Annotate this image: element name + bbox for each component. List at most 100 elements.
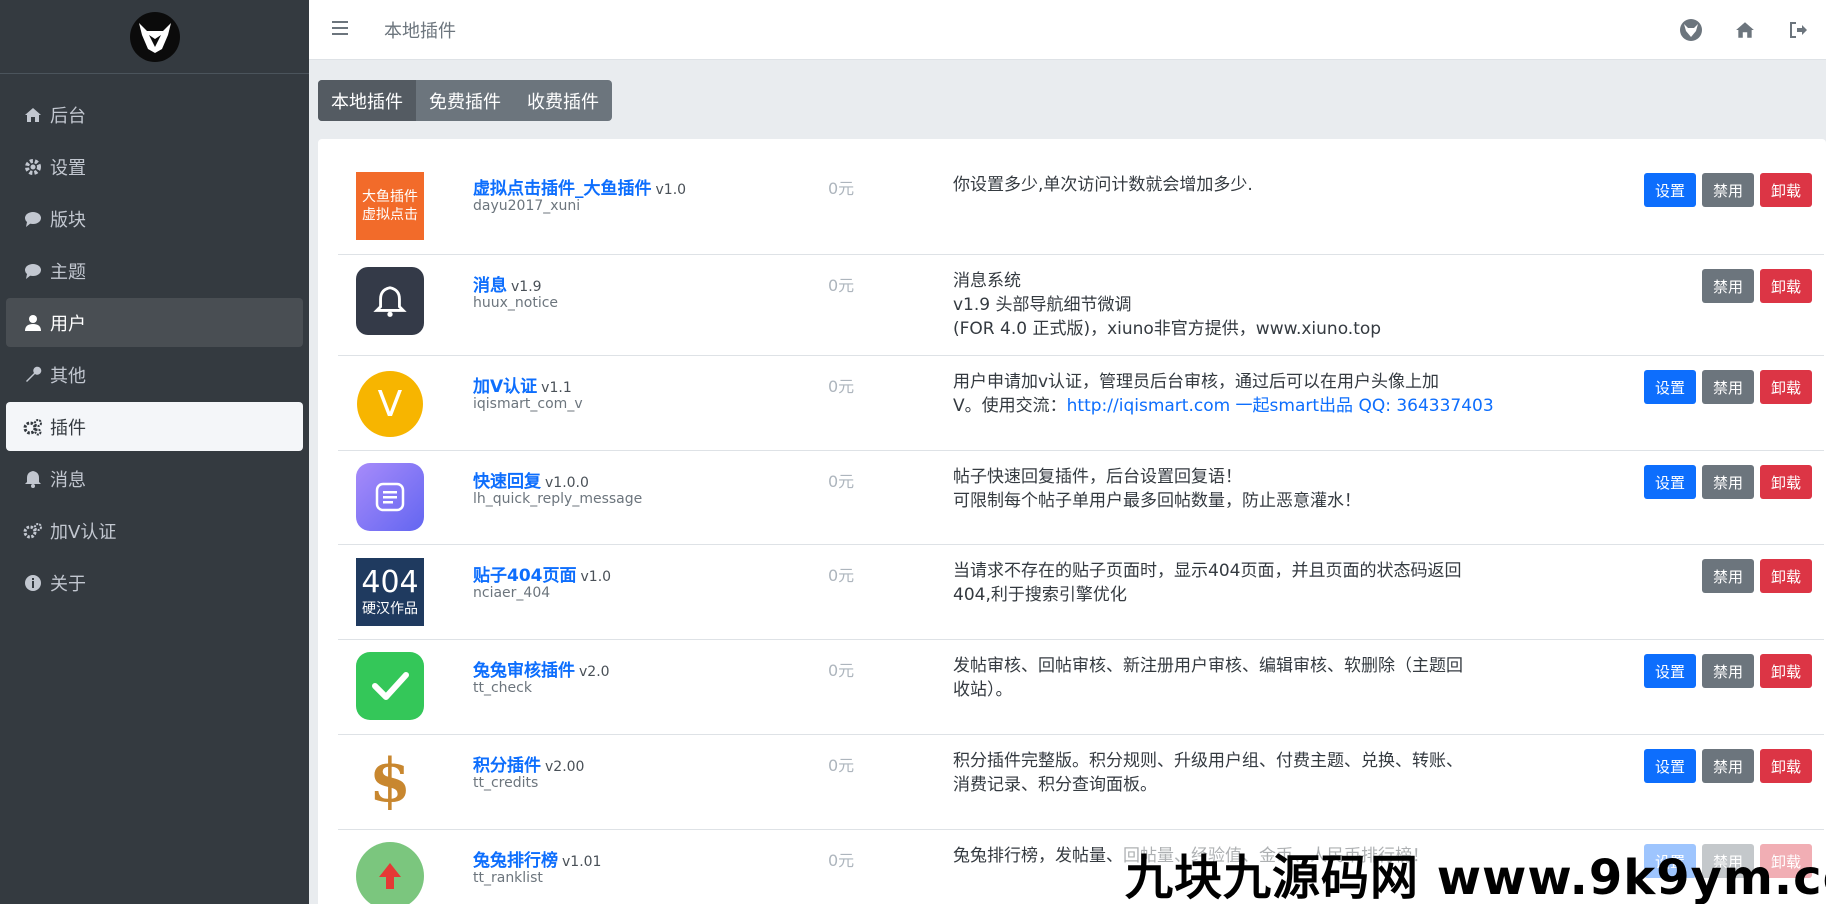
disable-button[interactable]: 禁用 [1701,749,1754,783]
plugin-name-link[interactable]: 贴子404页面 v1.0 [473,561,611,586]
plugin-name-link[interactable]: 快速回复 v1.0.0 [473,467,589,492]
sidebar-item-settings[interactable]: 设置 [6,142,303,191]
description-line: 当请求不存在的贴子页面时，显示404页面，并且页面的状态码返回 [953,561,1462,581]
sidebar-item-label: 用户 [50,313,86,335]
plugin-id: nciaer_404 [473,585,551,601]
sidebar-item-about[interactable]: 关于 [6,558,303,607]
settings-button[interactable]: 设置 [1643,465,1696,499]
user-icon [22,312,44,334]
sidebar-item-vip-verify[interactable]: 加V认证 [6,506,303,555]
description-line: 消息系统 [953,271,1021,291]
settings-button[interactable]: 设置 [1643,370,1696,404]
sidebar-item-label: 主题 [50,261,86,283]
sidebar-item-users[interactable]: 用户 [6,298,303,347]
sidebar-item-plugins[interactable]: 插件 [6,402,303,451]
plugin-actions: 设置 禁用 卸载 [1643,465,1812,499]
bell-icon [22,468,44,490]
disable-button[interactable]: 禁用 [1701,465,1754,499]
plugin-name[interactable]: 消息 [473,276,507,296]
plugin-version: v1.0 [655,182,687,198]
plugin-description: 当请求不存在的贴子页面时，显示404页面，并且页面的状态码返回 404,利于搜索… [953,559,1513,607]
uninstall-button[interactable]: 卸载 [1759,749,1812,783]
uninstall-button[interactable]: 卸载 [1759,173,1812,207]
uninstall-button[interactable]: 卸载 [1759,559,1812,593]
disable-button[interactable]: 禁用 [1701,370,1754,404]
plugin-row: 404 硬汉作品 贴子404页面 v1.0 nciaer_404 0元 当请求不存… [338,545,1824,640]
description-line: (FOR 4.0 正式版)，xiuno非官方提供，www.xiuno.top [953,319,1382,339]
disable-button[interactable]: 禁用 [1701,173,1754,207]
settings-button[interactable]: 设置 [1643,749,1696,783]
plugin-image-text: 虚拟点击 [362,207,418,223]
plugin-row: 消息 v1.9 huux_notice 0元 消息系统 v1.9 头部导航细节微调… [338,255,1824,356]
tab-local-plugins[interactable]: 本地插件 [318,80,416,121]
plugin-name[interactable]: 积分插件 [473,756,541,776]
plugin-version: v1.0.0 [545,475,589,491]
plugin-name[interactable]: 兔兔排行榜 [473,851,558,871]
sidebar-item-label: 插件 [50,417,86,439]
plugin-image: 404 硬汉作品 [356,558,424,626]
disable-button[interactable]: 禁用 [1701,654,1754,688]
uninstall-button[interactable]: 卸载 [1759,465,1812,499]
plugin-actions: 设置 禁用 卸载 [1643,749,1812,783]
sidebar-item-dashboard[interactable]: 后台 [6,90,303,139]
sidebar-item-label: 加V认证 [50,521,117,543]
description-line: 帖子快速回复插件，后台设置回复语！ [953,467,1242,487]
plugin-name-link[interactable]: 积分插件 v2.00 [473,751,584,776]
plugin-name[interactable]: 虚拟点击插件_大鱼插件 [473,179,652,199]
plugin-description: 用户申请加v认证，管理员后台审核，通过后可以在用户头像上加 V。使用交流：htt… [953,370,1513,418]
sidebar-item-label: 版块 [50,209,86,231]
plugin-version: v2.00 [545,759,585,775]
plugin-name-link[interactable]: 虚拟点击插件_大鱼插件 v1.0 [473,174,686,199]
watermark: 九块九源码网 www.9k9ym.com [1125,850,1826,904]
home-icon [22,104,44,126]
sidebar-item-other[interactable]: 其他 [6,350,303,399]
plugin-description: 积分插件完整版。积分规则、升级用户组、付费主题、兑换、转账、 消费记录、积分查询… [953,749,1513,797]
contact-link[interactable]: http://iqismart.com 一起smart出品 QQ: 364337… [1067,396,1494,416]
sidebar-item-forums[interactable]: 版块 [6,194,303,243]
sidebar-item-messages[interactable]: 消息 [6,454,303,503]
plugin-image: V [356,370,424,438]
disable-button[interactable]: 禁用 [1701,269,1754,303]
menu-toggle-icon[interactable] [332,17,356,42]
plugin-name-link[interactable]: 兔兔审核插件 v2.0 [473,656,610,681]
settings-button[interactable]: 设置 [1643,173,1696,207]
plugin-image [356,652,424,720]
uninstall-button[interactable]: 卸载 [1759,269,1812,303]
plugin-name[interactable]: 贴子404页面 [473,566,577,586]
logo-area [0,0,309,74]
plugin-name-link[interactable]: 消息 v1.9 [473,271,542,296]
uninstall-button[interactable]: 卸载 [1759,654,1812,688]
gears-icon [22,416,44,438]
plugin-description: 发帖审核、回帖审核、新注册用户审核、编辑审核、软删除（主题回 收站）。 [953,654,1513,702]
plugin-version: v1.9 [511,279,542,295]
plugin-name-link[interactable]: 兔兔排行榜 v1.01 [473,846,601,871]
plugin-name[interactable]: 兔兔审核插件 [473,661,575,681]
plugin-tabs: 本地插件 免费插件 收费插件 [318,80,612,121]
sidebar-item-label: 其他 [50,365,86,387]
home-icon[interactable] [1718,20,1772,40]
plugin-name[interactable]: 加V认证 [473,377,537,397]
bull-logo-icon [138,22,171,53]
logout-icon[interactable] [1772,21,1826,39]
plugin-price: 0元 [828,472,855,491]
settings-button[interactable]: 设置 [1643,654,1696,688]
bell-icon [373,286,407,317]
sidebar-item-threads[interactable]: 主题 [6,246,303,295]
tab-paid-plugins[interactable]: 收费插件 [514,80,612,121]
disable-button[interactable]: 禁用 [1701,559,1754,593]
description-line: 收站）。 [953,680,1013,700]
plugin-row: 大鱼插件 虚拟点击 虚拟点击插件_大鱼插件 v1.0 dayu2017_xuni … [338,139,1824,255]
plugin-price: 0元 [828,179,855,198]
plugin-name[interactable]: 快速回复 [473,472,541,492]
plugin-actions: 设置 禁用 卸载 [1643,370,1812,404]
logo[interactable] [129,11,180,62]
bull-logo-icon[interactable] [1664,18,1718,42]
tab-free-plugins[interactable]: 免费插件 [416,80,514,121]
plugin-actions: 设置 禁用 卸载 [1643,173,1812,207]
uninstall-button[interactable]: 卸载 [1759,370,1812,404]
plugin-name-link[interactable]: 加V认证 v1.1 [473,372,572,397]
plugin-image [356,267,424,335]
gears-icon [22,520,44,542]
plugin-id: tt_check [473,680,532,696]
plugin-id: lh_quick_reply_message [473,491,643,507]
